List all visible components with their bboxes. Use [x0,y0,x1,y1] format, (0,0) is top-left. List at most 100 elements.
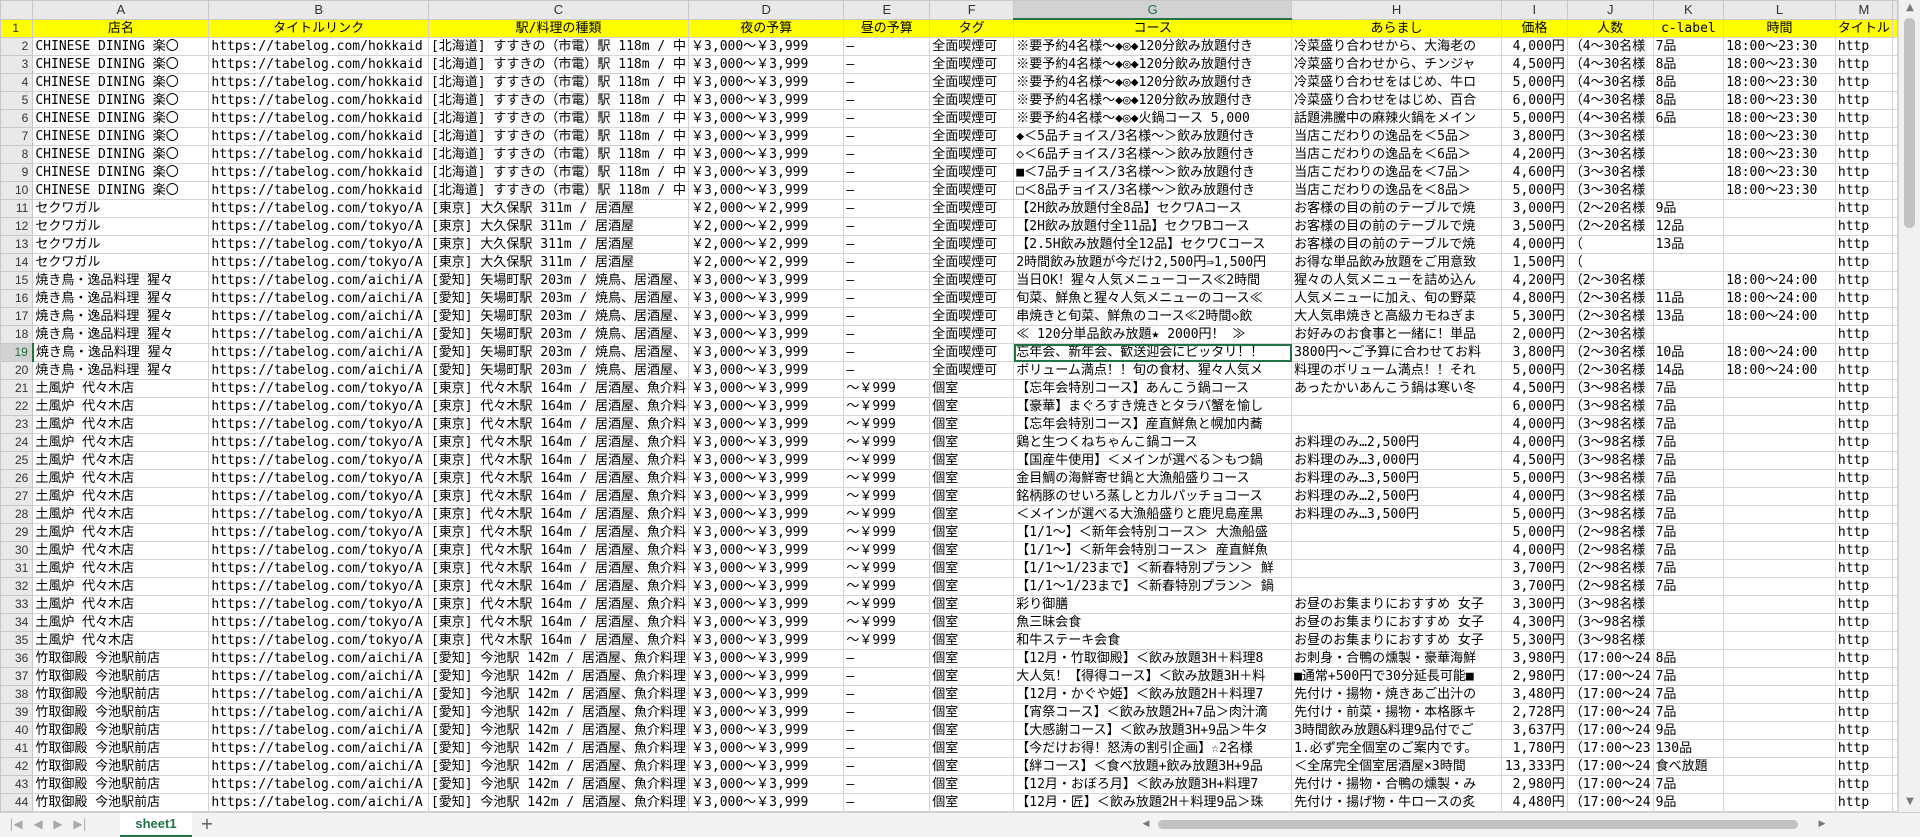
cell-c[interactable]: [愛知] 今池駅 142m / 居酒屋、魚介料理 [427,649,690,668]
cell-m[interactable]: http [1834,451,1894,470]
cell-d[interactable]: ￥2,000～￥2,999 [688,235,845,254]
cell-a[interactable]: CHINESE DINING 楽〇 [32,181,210,200]
cell-c[interactable]: [東京] 大久保駅 311m / 居酒屋 [427,199,690,218]
cell-i[interactable]: 4,800円 [1500,289,1568,308]
cell-k[interactable]: 7品 [1652,37,1725,56]
cell-b[interactable]: https://tabelog.com/aichi/A [208,703,429,722]
cell-h[interactable]: 人気メニューに加え、旬の野菜 [1291,289,1502,308]
cell-h[interactable]: 当店こだわりの逸品を＜5品＞ [1291,127,1502,146]
cell-b[interactable]: https://tabelog.com/hokkaid [208,73,429,92]
cell-h[interactable]: お昼のお集まりにおすすめ 女子 [1291,595,1502,614]
row-number[interactable]: 15 [0,271,34,290]
cell-b[interactable]: https://tabelog.com/tokyo/A [208,559,429,578]
cell-d[interactable]: ￥3,000～￥3,999 [688,397,845,416]
cell-l[interactable]: 18:00～23:30 [1723,145,1836,164]
cell-c[interactable]: [愛知] 矢場町駅 203m / 焼鳥、居酒屋、 [427,307,690,326]
cell-a[interactable]: 竹取御殿 今池駅前店 [32,667,210,686]
cell-g[interactable]: ※要予約4名様～◆◎◆120分飲み放題付き [1013,55,1293,74]
row-number[interactable]: 2 [0,37,34,56]
cell-m[interactable]: http [1834,577,1894,596]
cell-k[interactable] [1652,145,1725,164]
row-number[interactable]: 13 [0,235,34,254]
cell-overflow[interactable] [1892,361,1898,380]
column-header-overflow[interactable] [1892,0,1898,20]
cell-l[interactable]: 18:00～23:30 [1723,127,1836,146]
cell-e[interactable]: ～￥999 [843,415,931,434]
cell-f[interactable]: 全面喫煙可 [929,235,1015,254]
cell-j[interactable]: （2～98名様 [1566,523,1654,542]
cell-c[interactable]: [北海道] すすきの（市電）駅 118m / 中 [427,37,690,56]
cell-b[interactable]: https://tabelog.com/tokyo/A [208,217,429,236]
horizontal-scroll-thumb[interactable] [1158,820,1798,829]
first-sheet-arrow-icon[interactable]: |◀ [8,816,24,832]
cell-e[interactable]: ～￥999 [843,541,931,560]
row-number[interactable]: 9 [0,163,34,182]
header-cell[interactable]: 時間 [1723,18,1836,38]
cell-m[interactable]: http [1834,613,1894,632]
header-cell[interactable]: 人数 [1566,18,1654,38]
cell-k[interactable] [1652,253,1725,272]
cell-c[interactable]: [愛知] 今池駅 142m / 居酒屋、魚介料理 [427,667,690,686]
cell-a[interactable]: セクワガル [32,199,210,218]
cell-j[interactable]: （3～98名様 [1566,505,1654,524]
cell-b[interactable]: https://tabelog.com/tokyo/A [208,541,429,560]
cell-f[interactable]: 全面喫煙可 [929,217,1015,236]
cell-j[interactable]: （3～98名様 [1566,451,1654,470]
cell-k[interactable]: 7品 [1652,505,1725,524]
cell-overflow[interactable] [1892,271,1898,290]
cell-f[interactable]: 全面喫煙可 [929,55,1015,74]
cell-c[interactable]: [北海道] すすきの（市電）駅 118m / 中 [427,163,690,182]
cell-k[interactable] [1652,163,1725,182]
cell-k[interactable]: 8品 [1652,91,1725,110]
cell-e[interactable]: – [843,271,931,290]
cell-c[interactable]: [北海道] すすきの（市電）駅 118m / 中 [427,55,690,74]
cell-g[interactable]: 【1/1～1/23まで】＜新春特別プラン＞ 鮮 [1013,559,1293,578]
cell-h[interactable]: お客様の目の前のテーブルで焼 [1291,217,1502,236]
cell-j[interactable]: （ [1566,253,1654,272]
cell-h[interactable]: 冷菜盛り合わせをはじめ、百合 [1291,91,1502,110]
cell-k[interactable]: 9品 [1652,793,1725,812]
sheet-tab-sheet1[interactable]: sheet1 [120,813,192,837]
cell-b[interactable]: https://tabelog.com/aichi/A [208,793,429,812]
cell-g[interactable]: ボリューム満点！！旬の食材、猩々人気メ [1013,361,1293,380]
cell-l[interactable]: 18:00～24:00 [1723,271,1836,290]
cell-l[interactable]: 18:00～23:30 [1723,109,1836,128]
cell-j[interactable]: （2～20名様 [1566,199,1654,218]
cell-g[interactable]: 【2H飲み放題付全11品】セクワBコース [1013,217,1293,236]
cell-l[interactable] [1723,523,1836,542]
cell-m[interactable]: http [1834,505,1894,524]
cell-f[interactable]: 全面喫煙可 [929,163,1015,182]
cell-m[interactable]: http [1834,271,1894,290]
cell-d[interactable]: ￥3,000～￥3,999 [688,163,845,182]
cell-m[interactable]: http [1834,91,1894,110]
row-number[interactable]: 41 [0,739,34,758]
cell-d[interactable]: ￥3,000～￥3,999 [688,631,845,650]
cell-i[interactable]: 3,700円 [1500,577,1568,596]
cell-b[interactable]: https://tabelog.com/aichi/A [208,307,429,326]
cell-overflow[interactable] [1892,55,1898,74]
cell-a[interactable]: 竹取御殿 今池駅前店 [32,739,210,758]
cell-m[interactable]: http [1834,469,1894,488]
cell-h[interactable]: お好みのお食事と一緒に！単品 [1291,325,1502,344]
cell-f[interactable]: 個室 [929,613,1015,632]
cell-f[interactable]: 全面喫煙可 [929,109,1015,128]
cell-e[interactable]: – [843,163,931,182]
cell-d[interactable]: ￥3,000～￥3,999 [688,487,845,506]
cell-b[interactable]: https://tabelog.com/tokyo/A [208,469,429,488]
cell-i[interactable]: 5,000円 [1500,181,1568,200]
cell-l[interactable]: 18:00～24:00 [1723,343,1836,362]
row-number[interactable]: 21 [0,379,34,398]
cell-overflow[interactable] [1892,37,1898,56]
cell-e[interactable]: ～￥999 [843,487,931,506]
cell-c[interactable]: [愛知] 今池駅 142m / 居酒屋、魚介料理 [427,757,690,776]
cell-g[interactable]: ※要予約4名様～◆◎◆火鍋コース 5,000 [1013,109,1293,128]
cell-k[interactable]: 14品 [1652,361,1725,380]
cell-h[interactable]: 当店こだわりの逸品を＜8品＞ [1291,181,1502,200]
cell-f[interactable]: 個室 [929,451,1015,470]
row-number[interactable]: 4 [0,73,34,92]
column-header-m[interactable]: M [1834,0,1894,20]
cell-f[interactable]: 個室 [929,721,1015,740]
cell-b[interactable]: https://tabelog.com/tokyo/A [208,415,429,434]
cell-g[interactable]: 【豪華】まぐろすき焼きとタラバ蟹を愉し [1013,397,1293,416]
cell-i[interactable]: 4,000円 [1500,541,1568,560]
